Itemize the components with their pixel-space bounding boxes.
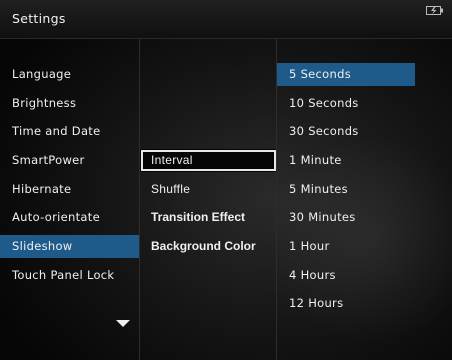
option-5-minutes[interactable]: 5 Minutes bbox=[277, 178, 415, 201]
menu-item-language[interactable]: Language bbox=[0, 63, 139, 86]
menu-item-auto-orientate[interactable]: Auto-orientate bbox=[0, 206, 139, 229]
submenu-item-label: Transition Effect bbox=[151, 210, 246, 224]
submenu-item-label: Interval bbox=[151, 153, 193, 167]
option-label: 4 Hours bbox=[289, 268, 336, 282]
option-30-minutes[interactable]: 30 Minutes bbox=[277, 206, 415, 229]
menu-item-touch-panel-lock[interactable]: Touch Panel Lock bbox=[0, 264, 139, 287]
settings-category-list: Language Brightness Time and Date SmartP… bbox=[0, 38, 139, 360]
menu-item-brightness[interactable]: Brightness bbox=[0, 92, 139, 115]
option-label: 5 Seconds bbox=[289, 67, 351, 81]
option-label: 1 Hour bbox=[289, 239, 330, 253]
menu-item-slideshow[interactable]: Slideshow bbox=[0, 235, 139, 258]
option-30-seconds[interactable]: 30 Seconds bbox=[277, 120, 415, 143]
menu-item-smartpower[interactable]: SmartPower bbox=[0, 149, 139, 172]
menu-item-label: Auto-orientate bbox=[12, 210, 100, 224]
menu-item-hibernate[interactable]: Hibernate bbox=[0, 178, 139, 201]
option-label: 1 Minute bbox=[289, 153, 342, 167]
chevron-down-icon[interactable] bbox=[116, 320, 130, 327]
option-1-hour[interactable]: 1 Hour bbox=[277, 235, 415, 258]
title-bar: Settings bbox=[0, 0, 452, 39]
menu-item-label: Touch Panel Lock bbox=[12, 268, 115, 282]
option-12-hours[interactable]: 12 Hours bbox=[277, 292, 415, 315]
option-label: 30 Seconds bbox=[289, 124, 359, 138]
submenu-item-interval[interactable]: Interval bbox=[140, 149, 277, 172]
settings-screen: Settings Language Brightness Time and Da… bbox=[0, 0, 452, 360]
option-4-hours[interactable]: 4 Hours bbox=[277, 264, 415, 287]
submenu-item-transition-effect[interactable]: Transition Effect bbox=[140, 206, 277, 229]
option-5-seconds[interactable]: 5 Seconds bbox=[277, 63, 415, 86]
page-title: Settings bbox=[12, 11, 66, 26]
menu-item-time-and-date[interactable]: Time and Date bbox=[0, 120, 139, 143]
option-1-minute[interactable]: 1 Minute bbox=[277, 149, 415, 172]
option-label: 30 Minutes bbox=[289, 210, 356, 224]
interval-options-list: 5 Seconds 10 Seconds 30 Seconds 1 Minute… bbox=[276, 38, 452, 360]
option-10-seconds[interactable]: 10 Seconds bbox=[277, 92, 415, 115]
menu-item-label: SmartPower bbox=[12, 153, 85, 167]
option-label: 10 Seconds bbox=[289, 96, 359, 110]
submenu-item-background-color[interactable]: Background Color bbox=[140, 235, 277, 258]
menu-item-label: Hibernate bbox=[12, 182, 72, 196]
menu-item-label: Language bbox=[12, 67, 72, 81]
slideshow-submenu: Interval Shuffle Transition Effect Backg… bbox=[139, 38, 277, 360]
submenu-item-shuffle[interactable]: Shuffle bbox=[140, 178, 277, 201]
option-label: 12 Hours bbox=[289, 296, 344, 310]
menu-item-label: Slideshow bbox=[12, 239, 73, 253]
menu-item-label: Time and Date bbox=[12, 124, 101, 138]
option-label: 5 Minutes bbox=[289, 182, 348, 196]
battery-power-icon bbox=[426, 6, 443, 15]
submenu-item-label: Shuffle bbox=[151, 182, 191, 196]
menu-item-label: Brightness bbox=[12, 96, 77, 110]
submenu-item-label: Background Color bbox=[151, 239, 256, 253]
